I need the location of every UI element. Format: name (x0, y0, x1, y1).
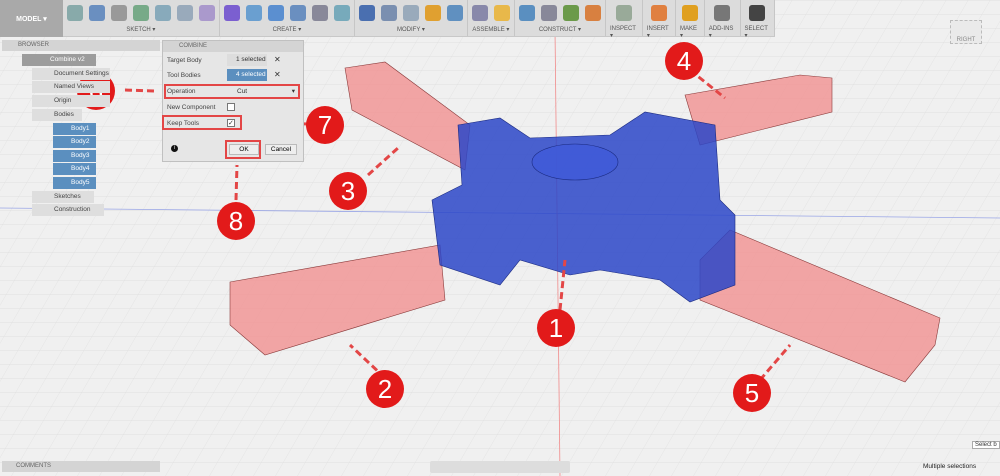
toolbar-group: CREATE ▾ (220, 0, 355, 36)
callout-8: 8 (217, 202, 255, 240)
joint-icon[interactable] (493, 5, 510, 21)
callout-4: 4 (665, 42, 703, 80)
highlight-ok (225, 140, 261, 159)
tree-root[interactable]: Combine v2 (22, 54, 96, 66)
toolbar-group: MODIFY ▾ (355, 0, 468, 36)
box-icon[interactable] (289, 5, 306, 21)
tree-sketches[interactable]: Sketches (32, 191, 94, 203)
workspace-switcher[interactable]: MODEL ▾ (0, 0, 63, 37)
toolbar-group-label[interactable]: MAKE ▾ (680, 26, 700, 39)
target-body-selector[interactable]: 1 selected (227, 54, 267, 66)
toolbar-group: ADD-INS ▾ (705, 0, 741, 39)
toolbar-group: ASSEMBLE ▾ (468, 0, 515, 36)
toolbar-group-label[interactable]: MODIFY ▾ (397, 26, 425, 36)
combine-header: COMBINE (163, 41, 303, 52)
mirror-icon[interactable] (333, 5, 350, 21)
circle-icon[interactable] (176, 5, 193, 21)
toolbar-group-label[interactable]: CREATE ▾ (273, 26, 302, 36)
viewcube[interactable]: RIGHT (950, 20, 982, 44)
dimension-icon[interactable] (110, 5, 127, 21)
scripts-icon[interactable] (714, 5, 731, 21)
chamfer-icon[interactable] (402, 5, 419, 21)
tool-bodies-label: Tool Bodies (167, 72, 201, 79)
form-icon[interactable] (223, 5, 240, 21)
center-hole (531, 143, 619, 181)
3d-print-icon[interactable] (681, 5, 698, 21)
select-icon[interactable] (749, 5, 766, 21)
rectangle-icon[interactable] (88, 5, 105, 21)
callout-3: 3 (329, 172, 367, 210)
loft-icon[interactable] (311, 5, 328, 21)
line-icon[interactable] (154, 5, 171, 21)
tree-body[interactable]: Body4 (53, 163, 96, 175)
sweep-icon[interactable] (267, 5, 284, 21)
comments-panel[interactable]: COMMENTS (2, 461, 160, 472)
new-component-icon[interactable] (471, 5, 488, 21)
highlight-keep-tools (162, 115, 242, 130)
new-component-label: New Component (167, 104, 216, 111)
tree-body[interactable]: Body5 (53, 177, 96, 189)
tree-body[interactable]: Body1 (53, 123, 96, 135)
toolbar-group-label[interactable]: CONSTRUCT ▾ (539, 26, 581, 36)
tree-body[interactable]: Body2 (53, 136, 96, 148)
info-icon[interactable]: i (171, 145, 178, 152)
toolbar-group: MAKE ▾ (676, 0, 705, 39)
pattern-icon[interactable] (198, 5, 215, 21)
fillet-icon[interactable] (380, 5, 397, 21)
tree-construction[interactable]: Construction (32, 204, 104, 216)
sketch-icon[interactable] (66, 5, 83, 21)
target-body-label: Target Body (167, 57, 202, 64)
toolbar-group-label[interactable]: SELECT ▾ (745, 26, 770, 39)
tree-document-settings[interactable]: Document Settings (32, 68, 110, 80)
toolbar-group-label[interactable]: ASSEMBLE ▾ (472, 26, 509, 36)
tree-origin[interactable]: Origin (32, 95, 110, 107)
cancel-button[interactable]: Cancel (265, 144, 297, 155)
toolbar-group: INSERT ▾ (643, 0, 676, 39)
offset-plane-icon[interactable] (518, 5, 535, 21)
revolve-icon[interactable] (245, 5, 262, 21)
dialog-title: COMBINE (179, 43, 208, 49)
plane-angle-icon[interactable] (584, 5, 601, 21)
measure-icon[interactable] (615, 5, 632, 21)
tree-body[interactable]: Body3 (53, 150, 96, 162)
toolbar-group: SKETCH ▾ (63, 0, 220, 36)
toolbar-group-label[interactable]: INSERT ▾ (647, 26, 671, 39)
callout-5: 5 (733, 374, 771, 412)
clear-tools-icon[interactable]: ✕ (274, 70, 281, 79)
comments-title: COMMENTS (16, 463, 51, 469)
new-component-checkbox[interactable] (227, 103, 235, 111)
tree-named-views[interactable]: Named Views (32, 81, 110, 93)
appearance-icon[interactable] (446, 5, 463, 21)
browser-tree: Combine v2 Document Settings Named Views… (0, 52, 160, 222)
toolbar-group-label[interactable]: INSPECT ▾ (610, 26, 638, 39)
navigation-bar[interactable] (430, 461, 570, 473)
shell-icon[interactable] (424, 5, 441, 21)
toolbar-group-label[interactable]: SKETCH ▾ (126, 26, 155, 36)
callout-2: 2 (366, 370, 404, 408)
clear-target-icon[interactable]: ✕ (274, 55, 281, 64)
toolbar: MODEL ▾ SKETCH ▾ CREATE ▾ MODIFY ▾ ASSEMBLE… (0, 0, 775, 39)
highlight-operation (164, 84, 300, 99)
browser-header: BROWSER (2, 40, 160, 51)
tangent-plane-icon[interactable] (562, 5, 579, 21)
browser-title: BROWSER (18, 42, 50, 48)
tooltip-hint: Select b (972, 441, 1000, 449)
tool-bodies-selector[interactable]: 4 selected (227, 69, 267, 81)
extrude-sketch-icon[interactable] (132, 5, 149, 21)
toolbar-group: INSPECT ▾ (606, 0, 643, 39)
tree-bodies[interactable]: Bodies (32, 109, 82, 121)
press-pull-icon[interactable] (358, 5, 375, 21)
insert-image-icon[interactable] (650, 5, 667, 21)
callout-7: 7 (306, 106, 344, 144)
browser-panel: BROWSER (2, 40, 160, 51)
toolbar-group-label[interactable]: ADD-INS ▾ (709, 26, 736, 39)
callout-1: 1 (537, 309, 575, 347)
toolbar-group: SELECT ▾ (741, 0, 775, 39)
selection-status: Multiple selections (923, 463, 977, 470)
toolbar-group: CONSTRUCT ▾ (515, 0, 606, 36)
midplane-icon[interactable] (540, 5, 557, 21)
